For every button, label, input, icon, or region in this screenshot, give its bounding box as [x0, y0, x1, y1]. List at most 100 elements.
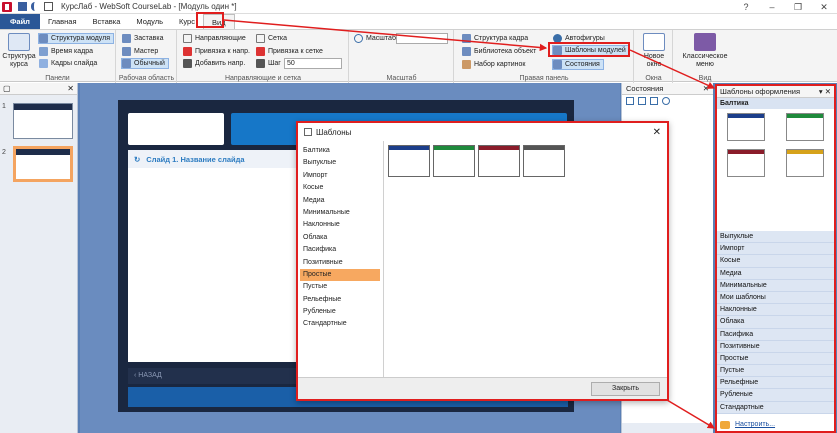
template-category[interactable]: Косые [717, 255, 834, 268]
dialog-template-thumbnail[interactable] [523, 145, 565, 177]
classic-menu-button[interactable]: Классическое меню [676, 33, 734, 69]
preview-icon[interactable] [44, 2, 53, 11]
master-button[interactable]: Мастер [122, 46, 158, 57]
template-category[interactable]: Выпуклые [717, 231, 834, 244]
states-toolbar [622, 95, 713, 107]
dialog-list-item[interactable]: Косые [300, 182, 380, 194]
image-set-button[interactable]: Набор картинок [462, 59, 525, 70]
dialog-list-item[interactable]: Облака [300, 232, 380, 244]
master-icon [122, 47, 131, 56]
snap-to-guides-checkbox[interactable]: Привязка к напр. [183, 46, 250, 57]
dialog-list-item[interactable]: Пасифика [300, 244, 380, 256]
dialog-footer: Закрыть [298, 377, 667, 399]
template-category[interactable]: Медиа [717, 267, 834, 280]
object-library-button[interactable]: Библиотека объект [462, 46, 536, 57]
template-category[interactable]: Пустые [717, 365, 834, 378]
step-input[interactable]: 50 [284, 58, 342, 69]
object-library-icon [462, 47, 471, 56]
template-category[interactable]: Пасифика [717, 328, 834, 341]
dialog-preview-area [383, 141, 666, 378]
dialog-template-thumbnail[interactable] [388, 145, 430, 177]
course-structure-icon [8, 33, 30, 51]
setup-link[interactable]: Настроить... [717, 419, 834, 431]
slide-number: 1 [2, 103, 6, 110]
dialog-list-item[interactable]: Балтика [300, 145, 380, 157]
dialog-list-item[interactable]: Рельефные [300, 294, 380, 306]
slide-frames-icon [39, 59, 48, 68]
template-thumbnail[interactable] [727, 113, 765, 141]
template-thumbnail[interactable] [727, 149, 765, 177]
tab-insert[interactable]: Вставка [85, 14, 129, 29]
template-thumbnail[interactable] [786, 149, 824, 177]
close-button[interactable]: ✕ [811, 0, 837, 14]
image-set-icon [462, 60, 471, 69]
delete-state-icon[interactable] [650, 97, 658, 105]
dialog-list-item[interactable]: Пустые [300, 281, 380, 293]
group-zoom: Масштаб Масштаб [350, 30, 454, 83]
course-structure-button[interactable]: Структура курса [2, 33, 36, 69]
dialog-template-thumbnail[interactable] [433, 145, 475, 177]
grid-checkbox[interactable]: Сетка [256, 33, 287, 44]
snap-to-grid-checkbox[interactable]: Привязка к сетке [256, 46, 323, 57]
dialog-list-item[interactable]: Импорт [300, 170, 380, 182]
templates-panel-close-icon[interactable]: ✕ [825, 87, 831, 96]
add-guide-button[interactable]: Добавить напр. [183, 58, 245, 69]
zoom-select[interactable] [396, 33, 448, 44]
template-category[interactable]: Стандартные [717, 401, 834, 414]
dialog-list-item[interactable]: Рубленые [300, 306, 380, 318]
slide-thumbnail[interactable] [13, 146, 73, 182]
new-window-button[interactable]: Новое окно [637, 33, 671, 69]
splash-button[interactable]: Заставка [122, 33, 163, 44]
dialog-list-item[interactable]: Выпуклые [300, 157, 380, 169]
frame-time-button[interactable]: Время кадра [39, 46, 93, 57]
template-category[interactable]: Мои шаблоны [717, 291, 834, 305]
template-category[interactable]: Минимальные [717, 279, 834, 292]
tab-module[interactable]: Модуль [128, 14, 171, 29]
add-state-icon[interactable] [626, 97, 634, 105]
dialog-close-icon[interactable]: ✕ [653, 127, 661, 138]
copy-state-icon[interactable] [638, 97, 646, 105]
dialog-list-item[interactable]: Минимальные [300, 207, 380, 219]
slides-panel-close-icon[interactable]: ✕ [67, 84, 74, 93]
minimize-button[interactable]: – [759, 0, 785, 14]
active-template-category[interactable]: Балтика [717, 98, 834, 109]
templates-dialog: Шаблоны ✕ Балтика Выпуклые Импорт Косые … [296, 121, 669, 401]
step-label: Шаг [256, 58, 281, 69]
template-category[interactable]: Рельефные [717, 377, 834, 390]
template-category[interactable]: Позитивные [717, 340, 834, 353]
template-thumbnail[interactable] [786, 113, 824, 141]
template-category[interactable]: Рубленые [717, 389, 834, 402]
link-state-icon[interactable] [662, 97, 670, 105]
template-category[interactable]: Импорт [717, 243, 834, 256]
dialog-list-item-selected[interactable]: Простые [300, 268, 380, 282]
template-category[interactable]: Простые [717, 352, 834, 366]
dialog-list-item[interactable]: Стандартные [300, 318, 380, 330]
maximize-button[interactable]: ❐ [785, 0, 811, 14]
back-button[interactable]: НАЗАД [138, 372, 162, 379]
template-category[interactable]: Облака [717, 316, 834, 329]
dialog-list-item[interactable]: Позитивные [300, 257, 380, 269]
template-category[interactable]: Наклонные [717, 304, 834, 317]
dialog-list-item[interactable]: Наклонные [300, 219, 380, 231]
grid-icon [256, 34, 265, 43]
settings-icon [720, 421, 730, 429]
tab-file[interactable]: Файл [0, 14, 40, 29]
normal-view-button[interactable]: Обычный [121, 58, 169, 69]
dialog-list-item[interactable]: Медиа [300, 195, 380, 207]
states-panel-close-icon[interactable]: ✕ [703, 84, 709, 93]
slide-frames-button[interactable]: Кадры слайда [39, 58, 97, 69]
close-dialog-button[interactable]: Закрыть [591, 382, 660, 396]
help-icon[interactable]: ? [733, 0, 759, 14]
tab-home[interactable]: Главная [40, 14, 85, 29]
group-guides-grid: Направляющие Привязка к напр. Добавить н… [178, 30, 349, 83]
frame-structure-button[interactable]: Структура кадра [462, 33, 528, 44]
template-thumbnails [717, 109, 834, 231]
states-button[interactable]: Состояния [552, 59, 604, 70]
undo-icon[interactable] [31, 2, 40, 11]
save-icon[interactable] [18, 2, 27, 11]
dropdown-icon[interactable]: ▾ [819, 87, 823, 96]
guides-checkbox[interactable]: Направляющие [183, 33, 246, 44]
module-structure-button[interactable]: Структура модуля [38, 33, 115, 44]
dialog-template-thumbnail[interactable] [478, 145, 520, 177]
slide-thumbnail[interactable] [13, 103, 73, 139]
